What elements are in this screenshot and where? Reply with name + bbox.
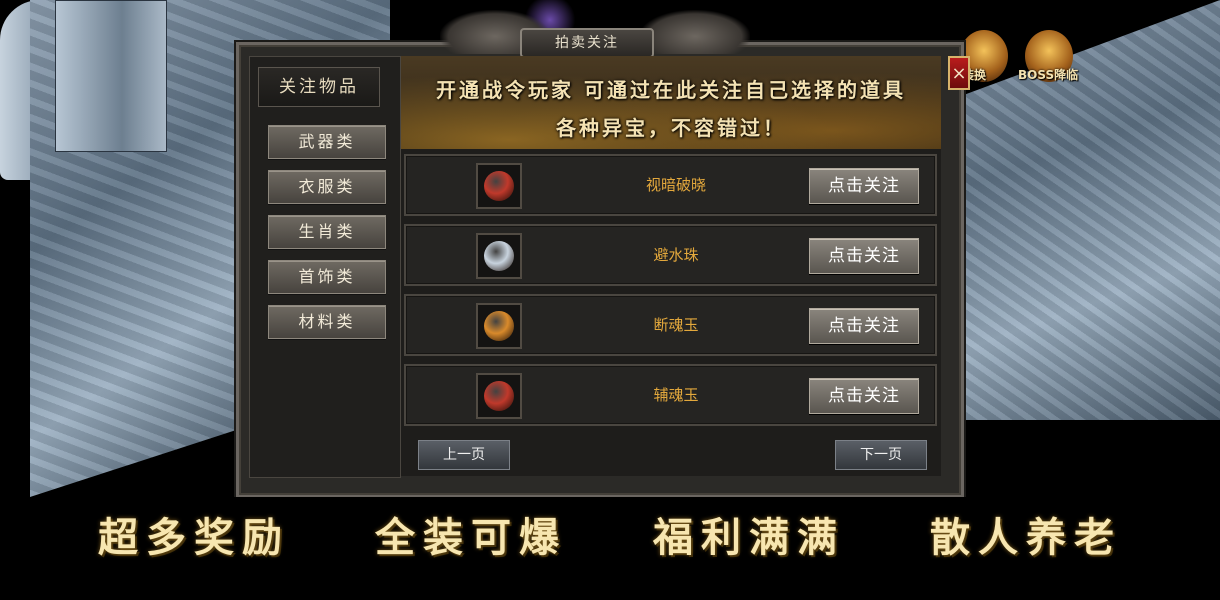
item-name: 视暗破晓 [645,176,706,194]
gold-jade-icon [484,311,514,341]
category-jewelry-button[interactable]: 首饰类 [268,260,386,294]
banner-text-line2: 各种异宝，不容错过！ [556,116,786,140]
item-name: 辅魂玉 [653,386,699,404]
promo-banner: 开通战令玩家 可通过在此关注自己选择的道具 各种异宝，不容错过！ [401,56,941,149]
category-sidebar: 关注物品 武器类 衣服类 生肖类 首饰类 材料类 [249,56,401,478]
item-row: 视暗破晓 点击关注 [404,154,937,216]
panel-title: 拍卖关注 [520,28,654,58]
item-slot [476,233,522,279]
item-row: 断魂玉 点击关注 [404,294,937,356]
slogan-text: 全装可爆 [375,514,567,561]
item-name: 断魂玉 [653,316,699,334]
category-materials-button[interactable]: 材料类 [268,305,386,339]
slogan-text: 超多奖励 [98,514,290,561]
close-button[interactable]: × [948,56,970,90]
sidebar-title: 关注物品 [258,67,380,107]
crown-shield-icon [484,171,514,201]
prev-page-button[interactable]: 上一页 [418,440,510,470]
slogan-bar: 超多奖励 全装可爆 福利满满 散人养老 [0,497,1220,600]
stone-pillar [55,0,167,152]
dragon-ornament-right-icon [640,10,750,54]
category-weapons-button[interactable]: 武器类 [268,125,386,159]
item-name: 避水珠 [653,246,699,264]
category-clothes-button[interactable]: 衣服类 [268,170,386,204]
item-slot [476,163,522,209]
follow-button[interactable]: 点击关注 [809,168,919,204]
red-jade-icon [484,381,514,411]
follow-button[interactable]: 点击关注 [809,378,919,414]
item-row: 辅魂玉 点击关注 [404,364,937,426]
next-page-button[interactable]: 下一页 [835,440,927,470]
follow-button[interactable]: 点击关注 [809,238,919,274]
item-slot [476,303,522,349]
slogan-text: 福利满满 [653,514,845,561]
item-slot [476,373,522,419]
banner-text-line1: 开通战令玩家 可通过在此关注自己选择的道具 [436,78,906,102]
follow-button[interactable]: 点击关注 [809,308,919,344]
item-list-area: 开通战令玩家 可通过在此关注自己选择的道具 各种异宝，不容错过！ 视暗破晓 点击… [401,56,941,476]
item-row: 避水珠 点击关注 [404,224,937,286]
water-pearl-icon [484,241,514,271]
category-zodiac-button[interactable]: 生肖类 [268,215,386,249]
slogan-text: 散人养老 [930,514,1122,561]
hud-boss-label: BOSS降临 [1018,68,1079,82]
